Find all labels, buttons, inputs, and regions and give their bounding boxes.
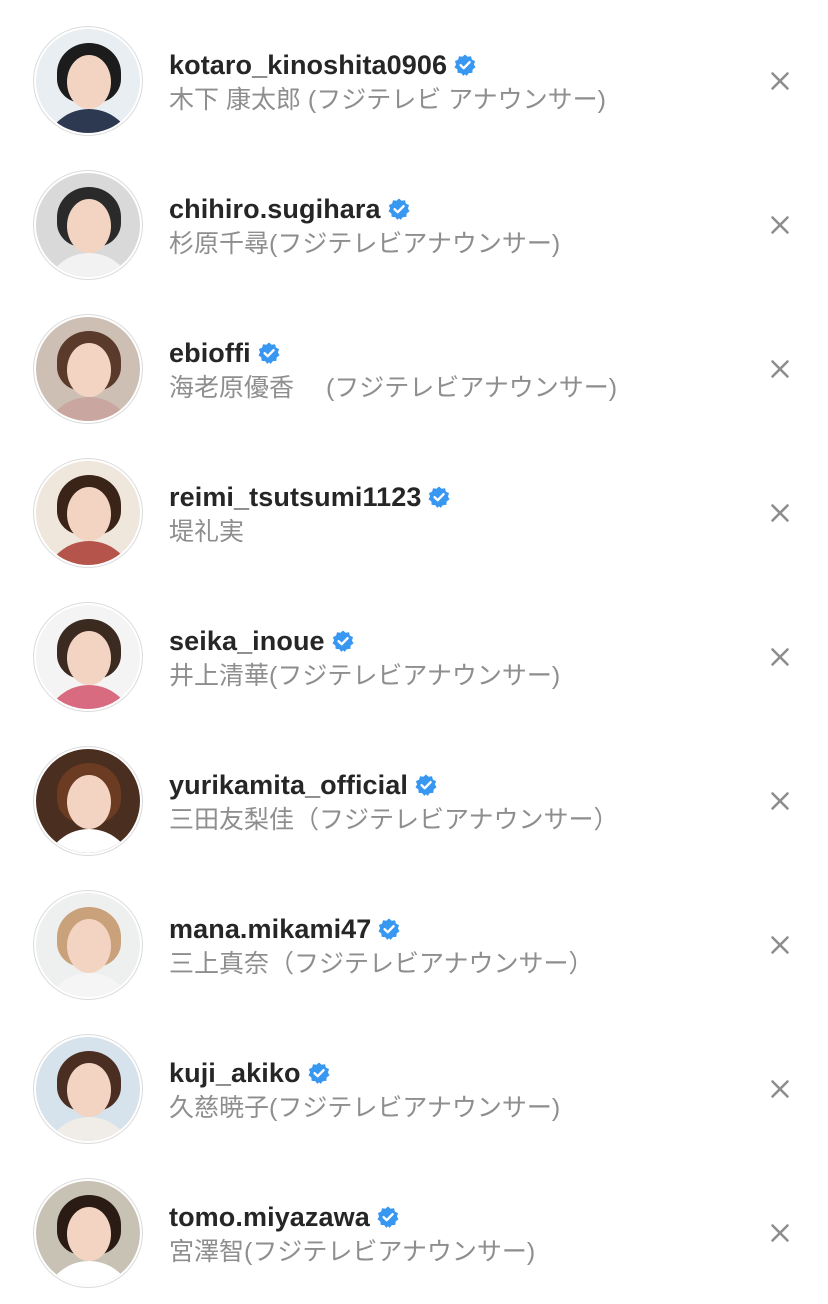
verified-badge-icon	[332, 630, 354, 652]
username[interactable]: kuji_akiko	[169, 1058, 301, 1089]
account-row[interactable]: kotaro_kinoshita0906 木下 康太郎 (フジテレビ アナウンサ…	[0, 0, 828, 144]
avatar[interactable]	[33, 1178, 143, 1288]
suggested-accounts-list: kotaro_kinoshita0906 木下 康太郎 (フジテレビ アナウンサ…	[0, 0, 828, 1304]
username[interactable]: chihiro.sugihara	[169, 194, 381, 225]
account-row[interactable]: ebioffi 海老原優香 (フジテレビアナウンサー)	[0, 288, 828, 432]
username[interactable]: kotaro_kinoshita0906	[169, 50, 447, 81]
dismiss-button[interactable]	[762, 639, 798, 675]
account-text[interactable]: mana.mikami47 三上真奈（フジテレビアナウンサー）	[169, 912, 594, 980]
dismiss-button[interactable]	[762, 351, 798, 387]
account-text[interactable]: chihiro.sugihara 杉原千尋(フジテレビアナウンサー)	[169, 192, 560, 260]
close-icon	[771, 72, 789, 90]
account-row[interactable]: chihiro.sugihara 杉原千尋(フジテレビアナウンサー)	[0, 144, 828, 288]
full-name: 井上清華(フジテレビアナウンサー)	[169, 662, 561, 690]
avatar[interactable]	[33, 314, 143, 424]
account-row[interactable]: tomo.miyazawa 宮澤智(フジテレビアナウンサー)	[0, 1152, 828, 1296]
avatar[interactable]	[33, 602, 143, 712]
account-text[interactable]: yurikamita_official 三田友梨佳（フジテレビアナウンサー）	[169, 768, 619, 836]
verified-badge-icon	[388, 198, 410, 220]
full-name: 三上真奈（フジテレビアナウンサー）	[169, 950, 594, 978]
username[interactable]: reimi_tsutsumi1123	[169, 482, 421, 513]
account-text[interactable]: ebioffi 海老原優香 (フジテレビアナウンサー)	[169, 336, 617, 404]
full-name: 木下 康太郎 (フジテレビ アナウンサー)	[169, 86, 606, 114]
username[interactable]: seika_inoue	[169, 626, 325, 657]
dismiss-button[interactable]	[762, 1215, 798, 1251]
account-text[interactable]: kuji_akiko 久慈暁子(フジテレビアナウンサー)	[169, 1056, 560, 1124]
username[interactable]: tomo.miyazawa	[169, 1202, 370, 1233]
account-row[interactable]: yurikamita_official 三田友梨佳（フジテレビアナウンサー）	[0, 720, 828, 864]
full-name: 宮澤智(フジテレビアナウンサー)	[169, 1238, 536, 1266]
username[interactable]: yurikamita_official	[169, 770, 408, 801]
close-icon	[771, 216, 789, 234]
username[interactable]: mana.mikami47	[169, 914, 371, 945]
account-row[interactable]: reimi_tsutsumi1123 堤礼実	[0, 432, 828, 576]
close-icon	[771, 648, 789, 666]
full-name: 堤礼実	[169, 518, 245, 546]
account-row[interactable]: kuji_akiko 久慈暁子(フジテレビアナウンサー)	[0, 1008, 828, 1152]
avatar[interactable]	[33, 746, 143, 856]
close-icon	[771, 936, 789, 954]
dismiss-button[interactable]	[762, 927, 798, 963]
close-icon	[771, 504, 789, 522]
full-name: 三田友梨佳（フジテレビアナウンサー）	[169, 806, 619, 834]
full-name: 海老原優香 (フジテレビアナウンサー)	[169, 374, 618, 402]
dismiss-button[interactable]	[762, 1071, 798, 1107]
avatar[interactable]	[33, 458, 143, 568]
dismiss-button[interactable]	[762, 495, 798, 531]
close-icon	[771, 792, 789, 810]
avatar[interactable]	[33, 890, 143, 1000]
account-row[interactable]: seika_inoue 井上清華(フジテレビアナウンサー)	[0, 576, 828, 720]
verified-badge-icon	[378, 918, 400, 940]
account-text[interactable]: kotaro_kinoshita0906 木下 康太郎 (フジテレビ アナウンサ…	[169, 48, 606, 116]
close-icon	[771, 1224, 789, 1242]
full-name: 久慈暁子(フジテレビアナウンサー)	[169, 1094, 561, 1122]
account-text[interactable]: reimi_tsutsumi1123 堤礼実	[169, 480, 450, 548]
verified-badge-icon	[454, 54, 476, 76]
username[interactable]: ebioffi	[169, 338, 251, 369]
dismiss-button[interactable]	[762, 63, 798, 99]
dismiss-button[interactable]	[762, 207, 798, 243]
account-row[interactable]: mana.mikami47 三上真奈（フジテレビアナウンサー）	[0, 864, 828, 1008]
close-icon	[771, 360, 789, 378]
verified-badge-icon	[258, 342, 280, 364]
close-icon	[771, 1080, 789, 1098]
verified-badge-icon	[377, 1206, 399, 1228]
avatar[interactable]	[33, 1034, 143, 1144]
verified-badge-icon	[428, 486, 450, 508]
account-text[interactable]: seika_inoue 井上清華(フジテレビアナウンサー)	[169, 624, 560, 692]
verified-badge-icon	[308, 1062, 330, 1084]
avatar[interactable]	[33, 26, 143, 136]
dismiss-button[interactable]	[762, 783, 798, 819]
full-name: 杉原千尋(フジテレビアナウンサー)	[169, 230, 561, 258]
account-text[interactable]: tomo.miyazawa 宮澤智(フジテレビアナウンサー)	[169, 1200, 535, 1268]
verified-badge-icon	[415, 774, 437, 796]
avatar[interactable]	[33, 170, 143, 280]
